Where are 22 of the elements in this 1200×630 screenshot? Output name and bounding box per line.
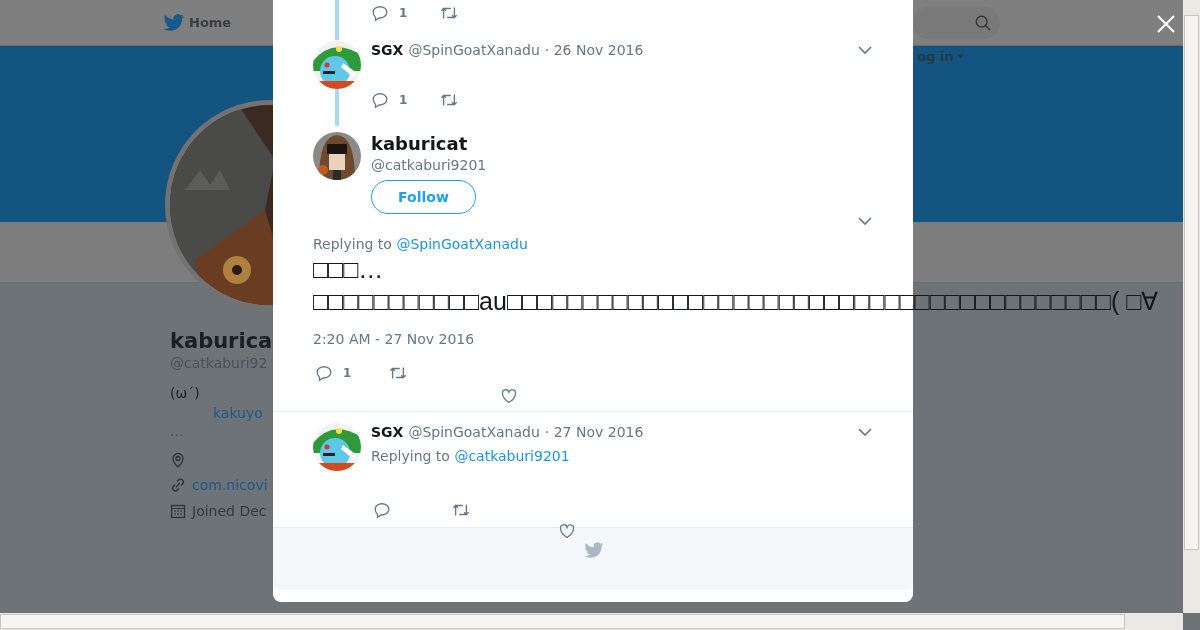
profile-bio: (ω´) xyxy=(170,384,200,402)
replying-to: Replying to @SpinGoatXanadu xyxy=(313,235,529,253)
tweet-text: □□□… xyxy=(313,254,384,285)
author-name[interactable]: SGX xyxy=(371,41,404,59)
tweet-date[interactable]: · 27 Nov 2016 xyxy=(544,423,644,441)
replying-to: Replying to @catkaburi9201 xyxy=(371,447,571,465)
reply-count: 1 xyxy=(343,366,353,380)
reply-count: 1 xyxy=(399,93,409,107)
reply-count: 1 xyxy=(399,6,409,20)
author-handle[interactable]: @catkaburi9201 xyxy=(371,156,487,174)
mention-link[interactable]: @SpinGoatXanadu xyxy=(396,236,528,252)
tweet-timestamp[interactable]: 2:20 AM - 27 Nov 2016 xyxy=(313,330,913,348)
home-link[interactable]: Home xyxy=(189,15,232,30)
follow-button[interactable]: Follow xyxy=(371,180,476,214)
profile-name: kaburica xyxy=(170,328,273,354)
author-handle[interactable]: @SpinGoatXanadu xyxy=(408,423,540,441)
joined-date: Joined Dec xyxy=(192,502,267,520)
author-handle[interactable]: @SpinGoatXanadu xyxy=(408,41,540,59)
author-name[interactable]: kaburicat xyxy=(371,132,468,156)
mention-link[interactable]: @catkaburi9201 xyxy=(454,448,570,464)
tweet-date[interactable]: · 26 Nov 2016 xyxy=(544,41,644,59)
author-name[interactable]: SGX xyxy=(371,423,404,441)
